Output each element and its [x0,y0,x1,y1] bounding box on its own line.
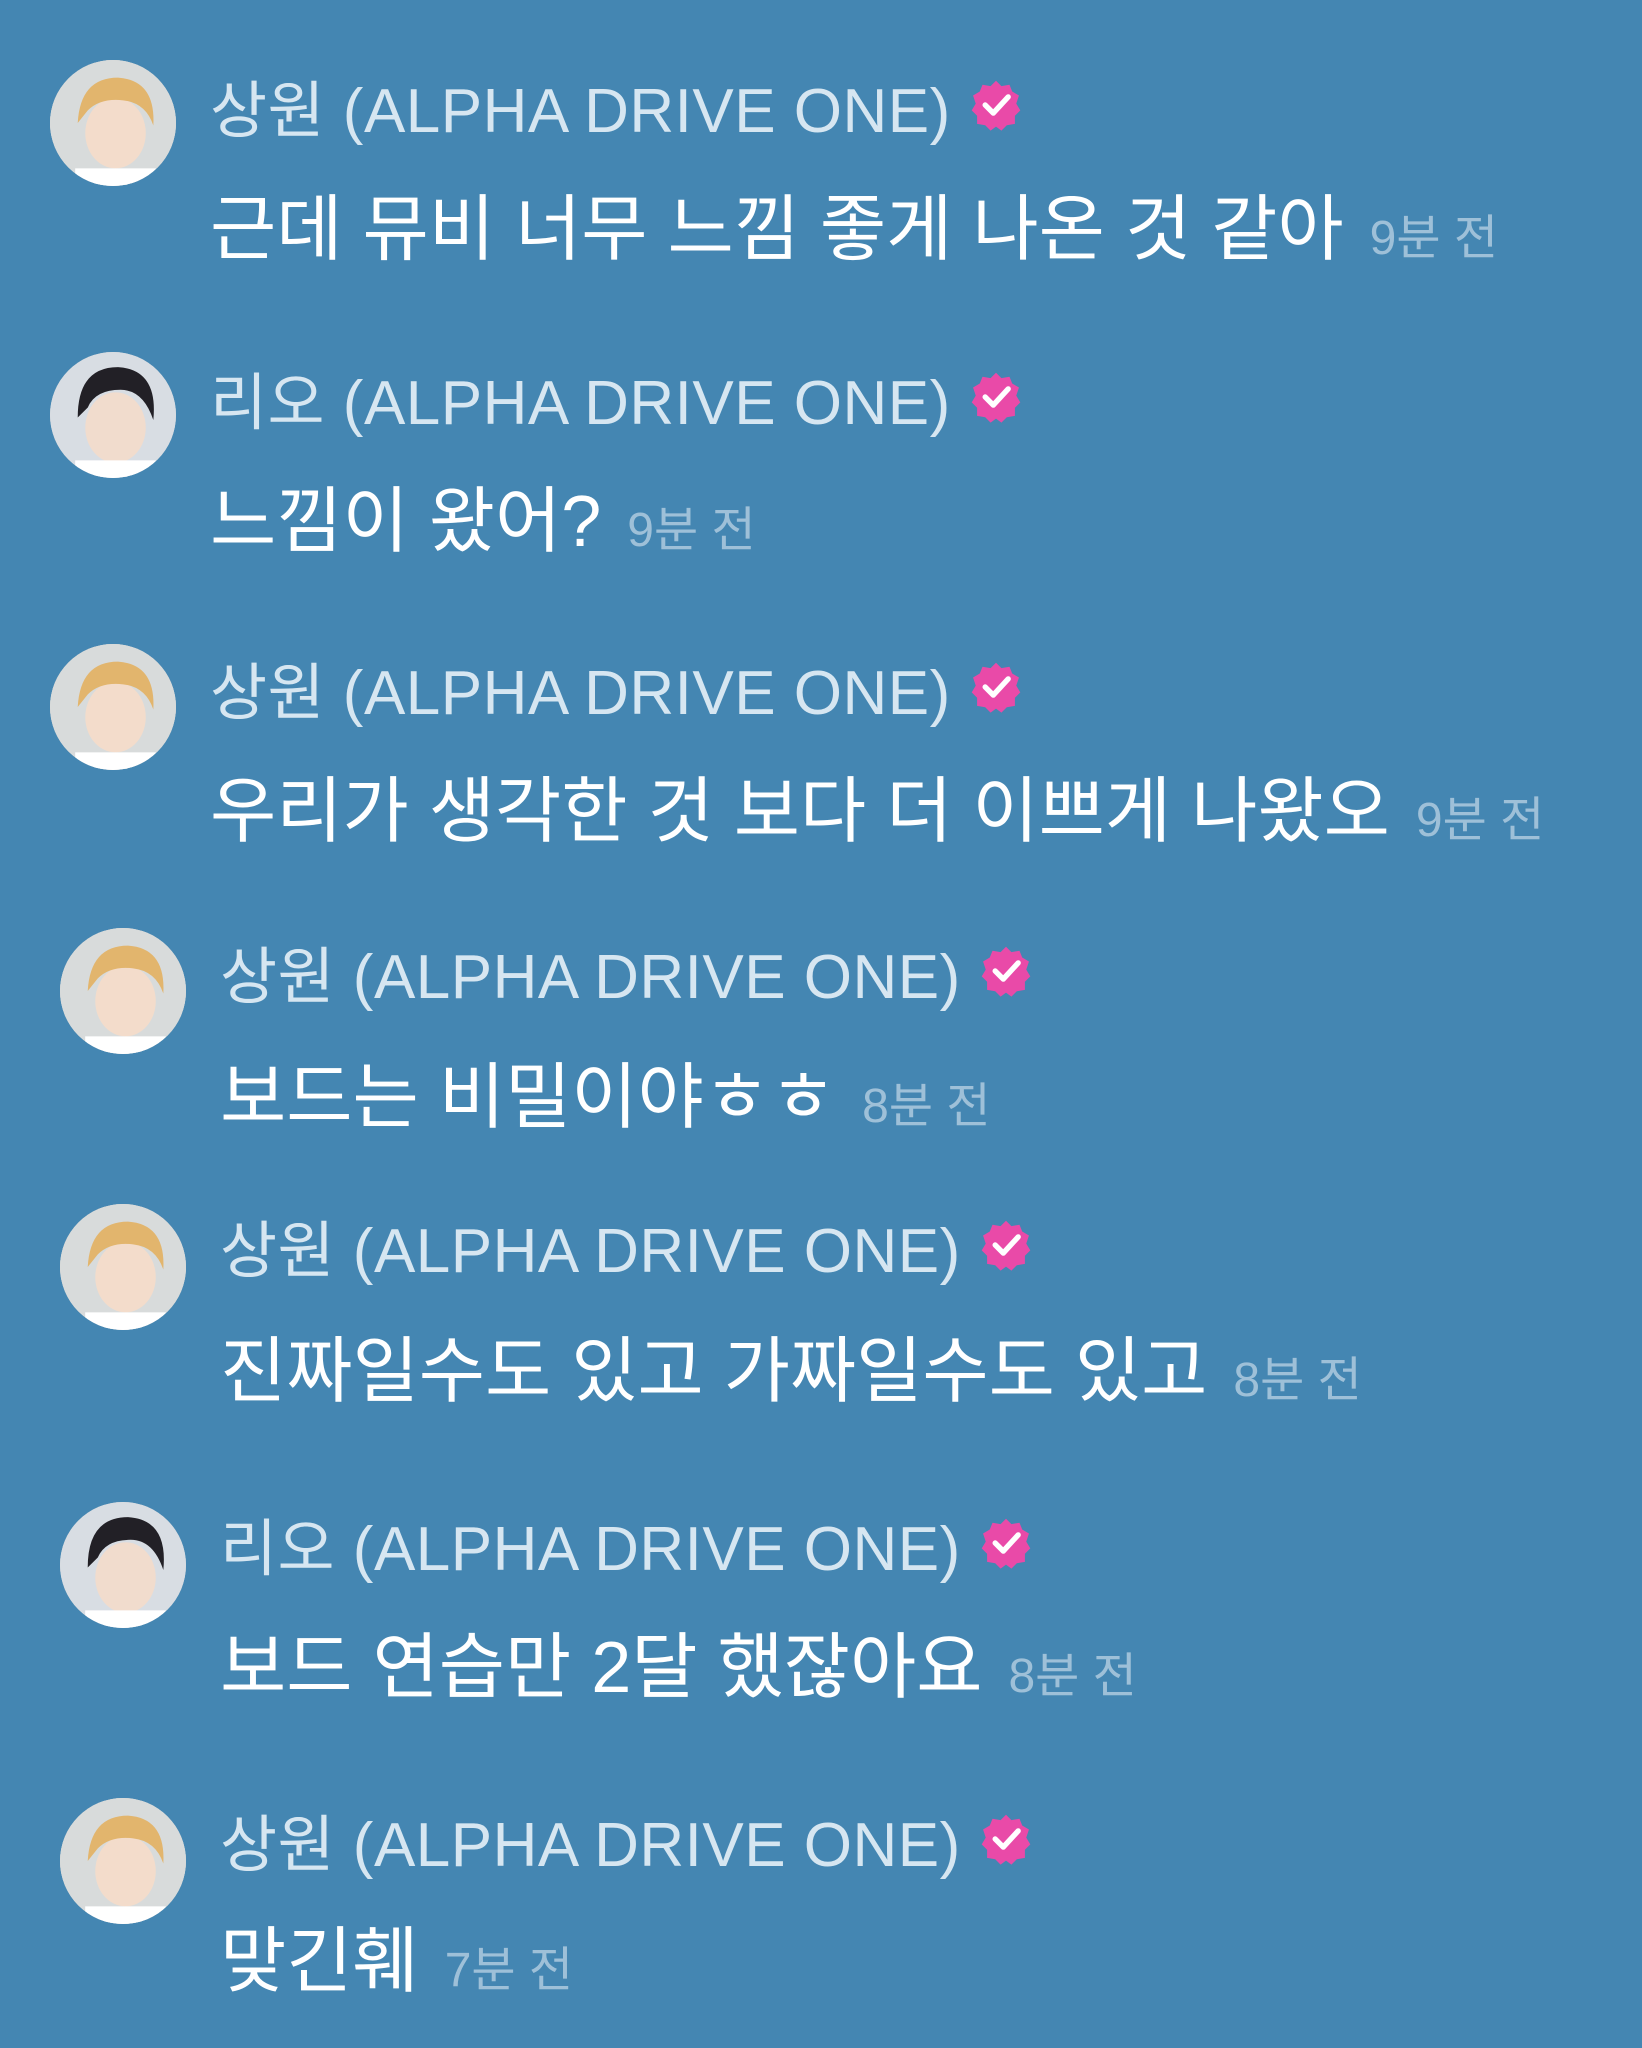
avatar[interactable] [50,60,176,186]
avatar[interactable] [60,1204,186,1330]
user-photo-icon [50,352,176,478]
message-text: 맞긴훼 [220,1922,419,2002]
author-name[interactable]: 상원 (ALPHA DRIVE ONE) [220,926,961,1016]
timestamp: 9분 전 [1369,212,1498,265]
author-name[interactable]: 상원 (ALPHA DRIVE ONE) [220,1200,961,1290]
message-text: 진짜일수도 있고 가짜일수도 있고 [220,1332,1208,1412]
timestamp: 8분 전 [1233,1354,1362,1407]
chat-message-list: 상원 (ALPHA DRIVE ONE) 근데 뮤비 너무 느낌 좋게 나온 것… [0,0,1642,2048]
verified-check-icon [969,370,1023,424]
user-photo-icon [50,644,176,770]
chat-message: 상원 (ALPHA DRIVE ONE) 우리가 생각한 것 보다 더 이쁘게 … [0,582,1642,852]
verified-check-icon [979,1516,1033,1570]
message-text: 우리가 생각한 것 보다 더 이쁘게 나왔오 [210,772,1390,852]
chat-message: 리오 (ALPHA DRIVE ONE) 느낌이 왔어? 9분 전 [0,290,1642,562]
chat-message: 상원 (ALPHA DRIVE ONE) 근데 뮤비 너무 느낌 좋게 나온 것… [0,0,1642,270]
verified-check-icon [979,944,1033,998]
avatar[interactable] [60,928,186,1054]
author-name[interactable]: 상원 (ALPHA DRIVE ONE) [210,642,951,732]
chat-message: 상원 (ALPHA DRIVE ONE) 진짜일수도 있고 가짜일수도 있고 8… [0,1142,1642,1412]
user-photo-icon [60,1798,186,1924]
verified-check-icon [979,1812,1033,1866]
user-photo-icon [60,1502,186,1628]
author-name[interactable]: 상원 (ALPHA DRIVE ONE) [220,1794,961,1884]
author-name[interactable]: 상원 (ALPHA DRIVE ONE) [210,60,951,150]
chat-message: 리오 (ALPHA DRIVE ONE) 보드 연습만 2달 했잖아요 8분 전 [0,1440,1642,1708]
message-text: 느낌이 왔어? [210,482,602,562]
user-photo-icon [50,60,176,186]
timestamp: 7분 전 [444,1944,574,1997]
verified-check-icon [969,78,1023,132]
timestamp: 8분 전 [1008,1650,1137,1703]
avatar[interactable] [60,1502,186,1628]
avatar[interactable] [60,1798,186,1924]
avatar[interactable] [50,352,176,478]
message-text: 보드는 비밀이야ㅎㅎ [220,1058,837,1138]
author-name[interactable]: 리오 (ALPHA DRIVE ONE) [220,1498,961,1588]
chat-message: 상원 (ALPHA DRIVE ONE) 보드는 비밀이야ㅎㅎ 8분 전 [0,866,1642,1138]
user-photo-icon [60,1204,186,1330]
verified-check-icon [979,1218,1033,1272]
message-text: 보드 연습만 2달 했잖아요 [220,1628,983,1708]
avatar[interactable] [50,644,176,770]
author-name[interactable]: 리오 (ALPHA DRIVE ONE) [210,352,951,442]
timestamp: 8분 전 [862,1080,991,1133]
message-text: 근데 뮤비 너무 느낌 좋게 나온 것 같아 [210,190,1344,270]
chat-message: 상원 (ALPHA DRIVE ONE) 맞긴훼 7분 전 [0,1736,1642,2002]
verified-check-icon [969,660,1023,714]
timestamp: 9분 전 [1415,794,1545,847]
timestamp: 9분 전 [627,504,756,557]
user-photo-icon [60,928,186,1054]
